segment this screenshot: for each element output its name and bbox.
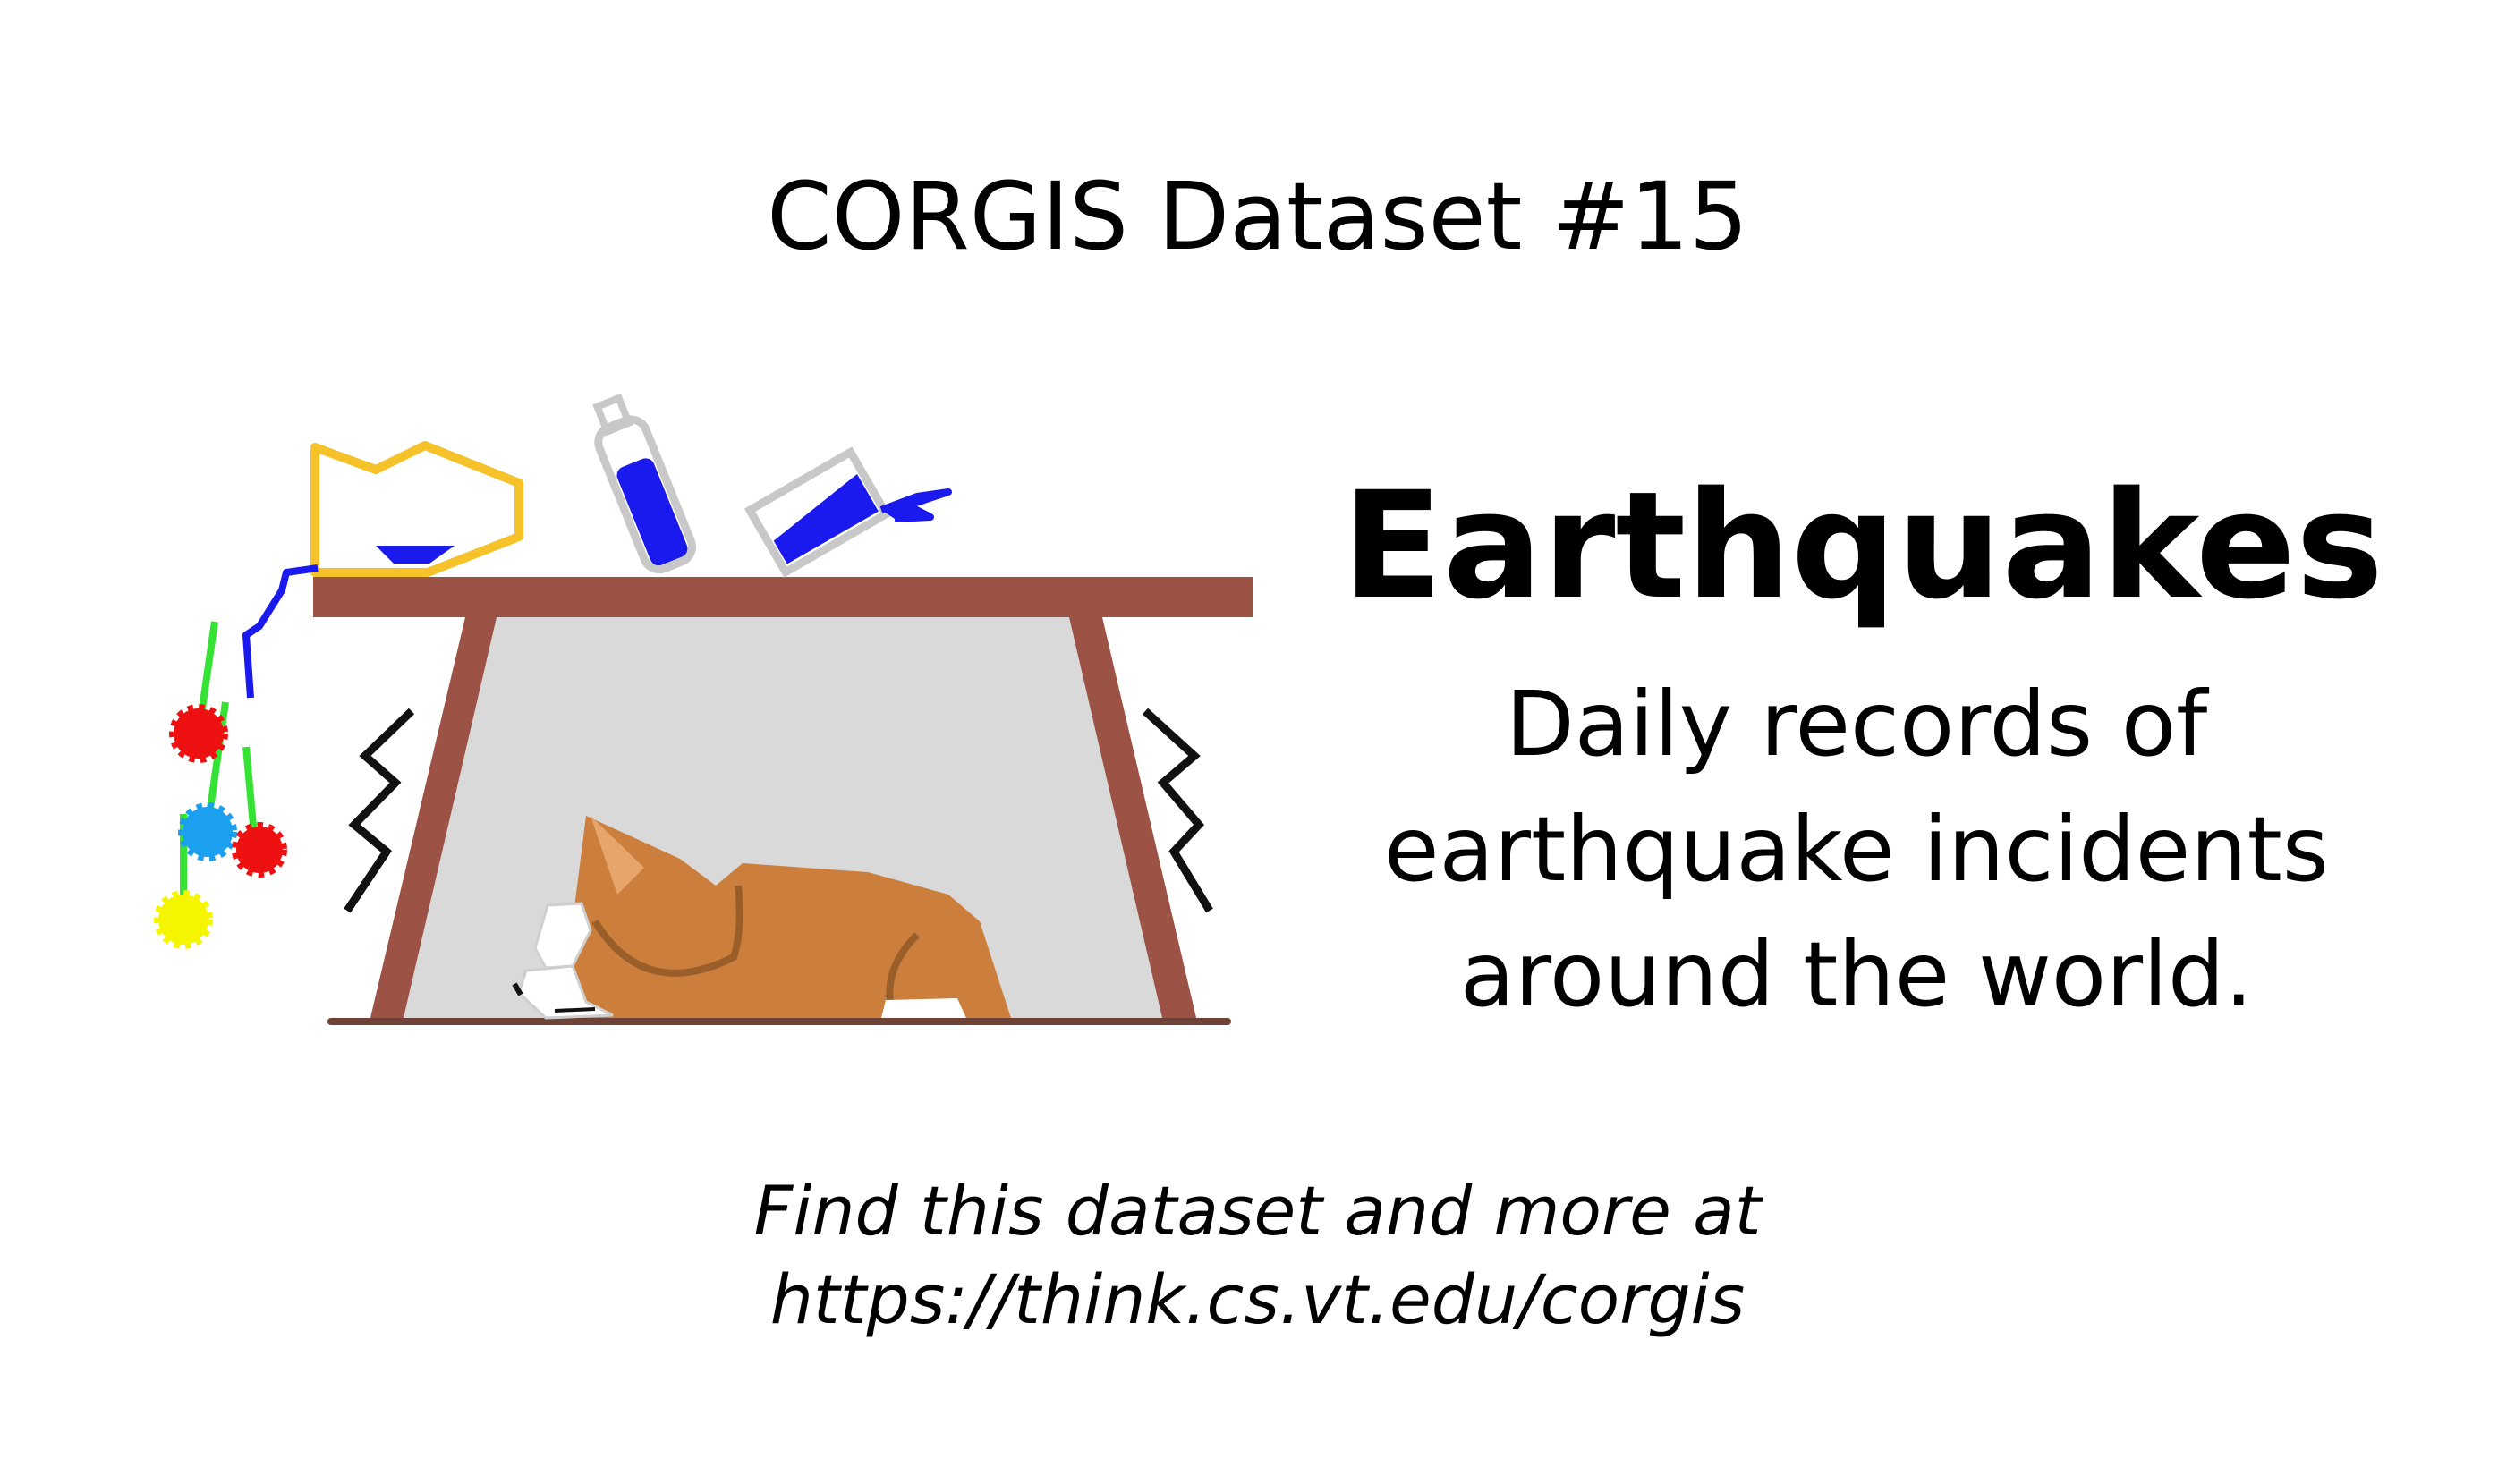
dataset-number-heading: CORGIS Dataset #15 xyxy=(767,162,1748,271)
flower-blue xyxy=(178,802,237,861)
bottle xyxy=(592,393,696,574)
table-top xyxy=(313,577,1253,617)
dataset-description: Daily records of earthquake incidents ar… xyxy=(1384,672,2329,1027)
flower-red-2 xyxy=(232,822,287,878)
footer-text: Find this dataset and more at xyxy=(753,1171,1762,1251)
water-spill xyxy=(242,564,319,699)
glass-spill xyxy=(879,488,952,522)
corgi-paw xyxy=(881,998,966,1018)
dataset-title: Earthquakes xyxy=(1342,460,2384,632)
dataset-card: CORGIS Dataset #15 Earthquakes Daily rec… xyxy=(0,0,2515,1484)
illustration xyxy=(116,385,1279,1100)
corgi-under-table-illustration xyxy=(154,393,1253,1025)
glass xyxy=(743,446,892,578)
flower-yellow xyxy=(154,890,213,949)
corgi-mouth xyxy=(554,1007,596,1013)
shake-lines-left xyxy=(344,708,415,913)
vase-water xyxy=(376,546,455,564)
footer-url-link[interactable]: https://think.cs.vt.edu/corgis xyxy=(0,1256,2515,1344)
flower-red-1 xyxy=(169,704,228,763)
footer: Find this dataset and more at https://th… xyxy=(0,1167,2515,1344)
